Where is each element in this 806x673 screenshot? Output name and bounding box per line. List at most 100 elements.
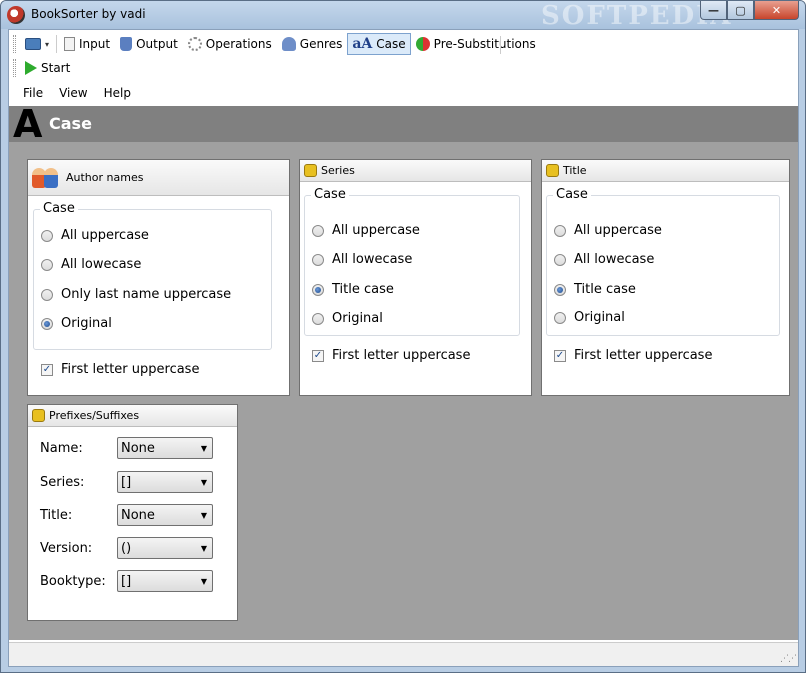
radio-button[interactable] [554, 311, 566, 324]
dropdown-arrow-icon: ▼ [200, 543, 207, 553]
toolbar-main: ▾ Input Output Operations Genres aA Case… [13, 32, 541, 56]
radio-button[interactable] [554, 253, 566, 266]
status-bar: ⋰⋰ [9, 642, 798, 666]
series-first-letter-uppercase-checkbox[interactable]: ✓ First letter uppercase [312, 348, 470, 363]
toolbar-genres-button[interactable]: Genres [277, 33, 348, 55]
title-panel: Title Case All uppercase All lowecase Ti… [541, 159, 790, 396]
booktype-field-label: Booktype: [40, 573, 106, 589]
menu-view[interactable]: View [53, 84, 93, 102]
checkbox-checked[interactable]: ✓ [312, 349, 324, 362]
menu-file[interactable]: File [17, 84, 49, 102]
toolbar-end-separator [500, 36, 501, 54]
series-radio-all-uppercase[interactable]: All uppercase [312, 223, 420, 238]
puzzle-icon [546, 164, 559, 177]
version-field-row: Version: () ▼ [40, 537, 213, 559]
page-header: A Case [9, 105, 798, 143]
prefixes-suffixes-title: Prefixes/Suffixes [49, 409, 140, 422]
toolbar-pre-substitutions-label: Pre-Substitutions [433, 37, 536, 51]
name-select-value: None [121, 440, 155, 456]
name-field-row: Name: None ▼ [40, 437, 213, 459]
radio-button[interactable] [41, 258, 53, 271]
series-case-group-label: Case [311, 187, 349, 202]
minimize-button[interactable]: — [700, 1, 727, 20]
toolbar-input-button[interactable]: Input [59, 33, 115, 55]
title-select-value: None [121, 507, 155, 523]
author-radio-all-lowercase[interactable]: All lowecase [41, 257, 141, 272]
client-area: ▾ Input Output Operations Genres aA Case… [8, 29, 799, 667]
document-icon [64, 37, 76, 51]
author-names-panel-header: Author names [28, 160, 289, 196]
menu-help[interactable]: Help [98, 84, 137, 102]
series-radio-all-lowercase[interactable]: All lowecase [312, 252, 412, 267]
series-radio-title-case[interactable]: Title case [312, 282, 394, 297]
close-icon: ✕ [771, 3, 782, 17]
toolbar-operations-label: Operations [205, 37, 272, 51]
toolbar-run: Start [13, 56, 75, 80]
title-case-group-label: Case [553, 187, 591, 202]
resize-grip-icon[interactable]: ⋰⋰ [780, 654, 797, 664]
author-radio-last-name-uppercase[interactable]: Only last name uppercase [41, 287, 231, 302]
toolbar-pre-substitutions-button[interactable]: Pre-Substitutions [411, 33, 541, 55]
maximize-icon: ▢ [735, 3, 746, 17]
toolbar-operations-button[interactable]: Operations [183, 33, 277, 55]
title-radio-original[interactable]: Original [554, 310, 625, 325]
checkbox-checked[interactable]: ✓ [554, 349, 566, 362]
toolbar-output-button[interactable]: Output [115, 33, 183, 55]
title-field-label: Title: [40, 507, 73, 523]
radio-label: All lowecase [574, 252, 655, 267]
app-window: BookSorter by vadi SOFTPEDIA — ▢ ✕ ▾ Inp… [0, 0, 806, 673]
chevron-down-icon: ▾ [45, 39, 50, 49]
dropdown-arrow-icon: ▼ [200, 477, 207, 487]
title-select[interactable]: None ▼ [117, 504, 213, 526]
series-radio-original[interactable]: Original [312, 311, 383, 326]
title-first-letter-uppercase-checkbox[interactable]: ✓ First letter uppercase [554, 348, 712, 363]
title-bar[interactable]: BookSorter by vadi SOFTPEDIA — ▢ ✕ [1, 1, 805, 31]
version-select[interactable]: () ▼ [117, 537, 213, 559]
radio-button[interactable] [41, 288, 53, 301]
toolbar-grip-2[interactable] [13, 59, 16, 77]
toolbar-input-label: Input [79, 37, 111, 51]
checkbox-label: First letter uppercase [332, 348, 471, 363]
prefixes-suffixes-panel-header: Prefixes/Suffixes [28, 405, 237, 427]
radio-button-selected[interactable] [41, 317, 53, 330]
prefixes-suffixes-panel: Prefixes/Suffixes Name: None ▼ Series: [… [27, 404, 238, 621]
view-menu-button[interactable]: ▾ [20, 33, 54, 55]
title-field-row: Title: None ▼ [40, 504, 213, 526]
dropdown-arrow-icon: ▼ [200, 576, 207, 586]
case-icon: aA [352, 36, 373, 52]
title-radio-title-case[interactable]: Title case [554, 282, 636, 297]
author-case-group-label: Case [40, 201, 78, 216]
series-select[interactable]: [] ▼ [117, 471, 213, 493]
toolbar-case-button[interactable]: aA Case [347, 33, 411, 55]
radio-label: Original [574, 310, 625, 325]
title-radio-all-uppercase[interactable]: All uppercase [554, 223, 662, 238]
radio-button-selected[interactable] [312, 283, 324, 296]
radio-button[interactable] [554, 224, 566, 237]
radio-button[interactable] [41, 229, 53, 242]
start-button[interactable]: Start [20, 57, 75, 79]
maximize-button[interactable]: ▢ [727, 1, 754, 20]
booktype-select[interactable]: [] ▼ [117, 570, 213, 592]
toolbar-genres-label: Genres [299, 37, 343, 51]
series-title: Series [321, 164, 355, 177]
title-title: Title [563, 164, 587, 177]
menu-bar: File View Help [9, 82, 798, 104]
close-button[interactable]: ✕ [754, 1, 799, 20]
booktype-field-row: Booktype: [] ▼ [40, 570, 213, 592]
toolbar-case-label: Case [376, 37, 406, 51]
author-radio-all-uppercase[interactable]: All uppercase [41, 228, 149, 243]
name-select[interactable]: None ▼ [117, 437, 213, 459]
radio-button-selected[interactable] [554, 283, 566, 296]
checkbox-checked[interactable]: ✓ [41, 363, 53, 376]
toolbar-grip[interactable] [13, 35, 16, 53]
radio-button[interactable] [312, 312, 324, 325]
author-first-letter-uppercase-checkbox[interactable]: ✓ First letter uppercase [41, 362, 199, 377]
author-radio-original[interactable]: Original [41, 316, 112, 331]
puzzle-icon [32, 409, 45, 422]
radio-label: All lowecase [61, 257, 142, 272]
author-names-title: Author names [66, 171, 144, 184]
title-radio-all-lowercase[interactable]: All lowecase [554, 252, 654, 267]
radio-button[interactable] [312, 224, 324, 237]
radio-button[interactable] [312, 253, 324, 266]
series-field-row: Series: [] ▼ [40, 471, 213, 493]
